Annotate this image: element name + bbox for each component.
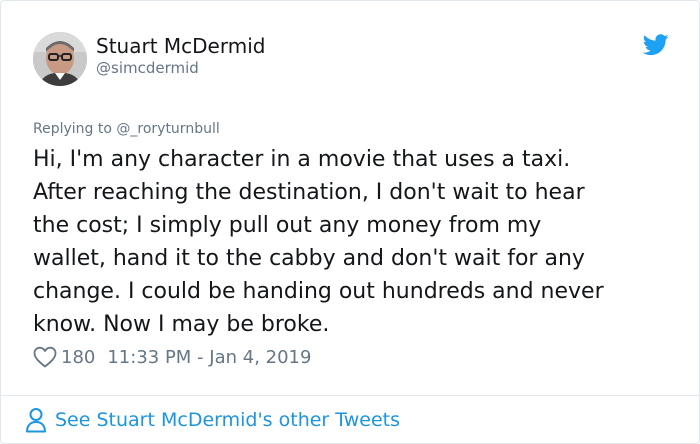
tweet-text: Hi, I'm any character in a movie that us…: [33, 147, 604, 337]
replying-to-link[interactable]: @_roryturnbull: [116, 121, 219, 137]
replying-to: Replying to @_roryturnbull: [33, 121, 220, 137]
footer-divider: [1, 395, 699, 396]
heart-icon[interactable]: [33, 346, 57, 368]
see-other-tweets-label: See Stuart McDermid's other Tweets: [55, 409, 401, 431]
author-name[interactable]: Stuart McDermid: [96, 34, 265, 58]
tweet-card: Stuart McDermid @simcdermid Replying to …: [0, 0, 700, 444]
like-count[interactable]: 180: [61, 347, 95, 368]
twitter-bird-icon[interactable]: [643, 34, 669, 56]
see-other-tweets-link[interactable]: See Stuart McDermid's other Tweets: [25, 406, 400, 434]
avatar[interactable]: [33, 32, 87, 86]
person-icon: [26, 408, 46, 433]
tweet-meta: 180 11:33 PM - Jan 4, 2019: [33, 344, 311, 370]
author-handle[interactable]: @simcdermid: [96, 59, 199, 77]
avatar-image: [33, 32, 87, 86]
tweet-header: Stuart McDermid @simcdermid: [33, 32, 673, 92]
tweet-timestamp[interactable]: 11:33 PM - Jan 4, 2019: [107, 347, 311, 368]
replying-to-prefix: Replying to: [33, 121, 117, 137]
